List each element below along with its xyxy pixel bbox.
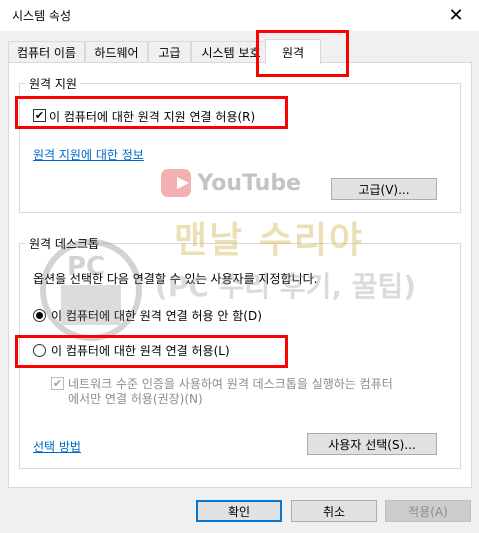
select-users-button[interactable]: 사용자 선택(S)...	[307, 433, 437, 455]
title-bar: 시스템 속성 ✕	[0, 0, 479, 31]
tab-computer-name[interactable]: 컴퓨터 이름	[8, 41, 85, 63]
remote-assistance-info-link[interactable]: 원격 지원에 대한 정보	[33, 146, 144, 163]
cancel-button[interactable]: 취소	[291, 500, 377, 522]
remote-assistance-group-label: 원격 지원	[26, 75, 80, 92]
allow-remote-assistance-checkbox[interactable]: ✔	[33, 109, 46, 122]
tab-hardware[interactable]: 하드웨어	[85, 41, 148, 63]
window-title: 시스템 속성	[12, 9, 72, 23]
close-icon[interactable]: ✕	[433, 0, 479, 31]
allow-remote-assistance-label: 이 컴퓨터에 대한 원격 지원 연결 허용(R)	[49, 110, 256, 124]
apply-button[interactable]: 적용(A)	[385, 500, 471, 522]
tab-strip: 컴퓨터 이름 하드웨어 고급 시스템 보호 원격	[8, 39, 472, 64]
advanced-button[interactable]: 고급(V)...	[331, 178, 437, 200]
allow-remote-connection-label: 이 컴퓨터에 대한 원격 연결 허용(L)	[51, 344, 230, 358]
remote-desktop-description: 옵션을 선택한 다음 연결할 수 있는 사용자를 지정합니다.	[33, 272, 318, 286]
deny-remote-connection-radio[interactable]	[33, 309, 46, 322]
allow-remote-connection-radio[interactable]	[33, 344, 46, 357]
tab-panel-remote: PC YouTube 맨날 수리야 (PC 수리 후기, 꿀팁) 원격 지원 ✔…	[8, 62, 472, 488]
how-to-choose-link[interactable]: 선택 방법	[33, 438, 81, 455]
nla-checkbox[interactable]: ✔	[51, 377, 64, 390]
remote-desktop-group-label: 원격 데스크톱	[26, 235, 103, 252]
ok-button[interactable]: 확인	[196, 500, 282, 522]
tab-system-protection[interactable]: 시스템 보호	[191, 41, 271, 63]
tab-advanced[interactable]: 고급	[148, 41, 191, 63]
deny-remote-connection-label: 이 컴퓨터에 대한 원격 연결 허용 안 함(D)	[51, 309, 262, 323]
tab-remote[interactable]: 원격	[265, 39, 321, 64]
nla-label-line2: 에서만 연결 허용(권장)(N)	[68, 392, 203, 406]
